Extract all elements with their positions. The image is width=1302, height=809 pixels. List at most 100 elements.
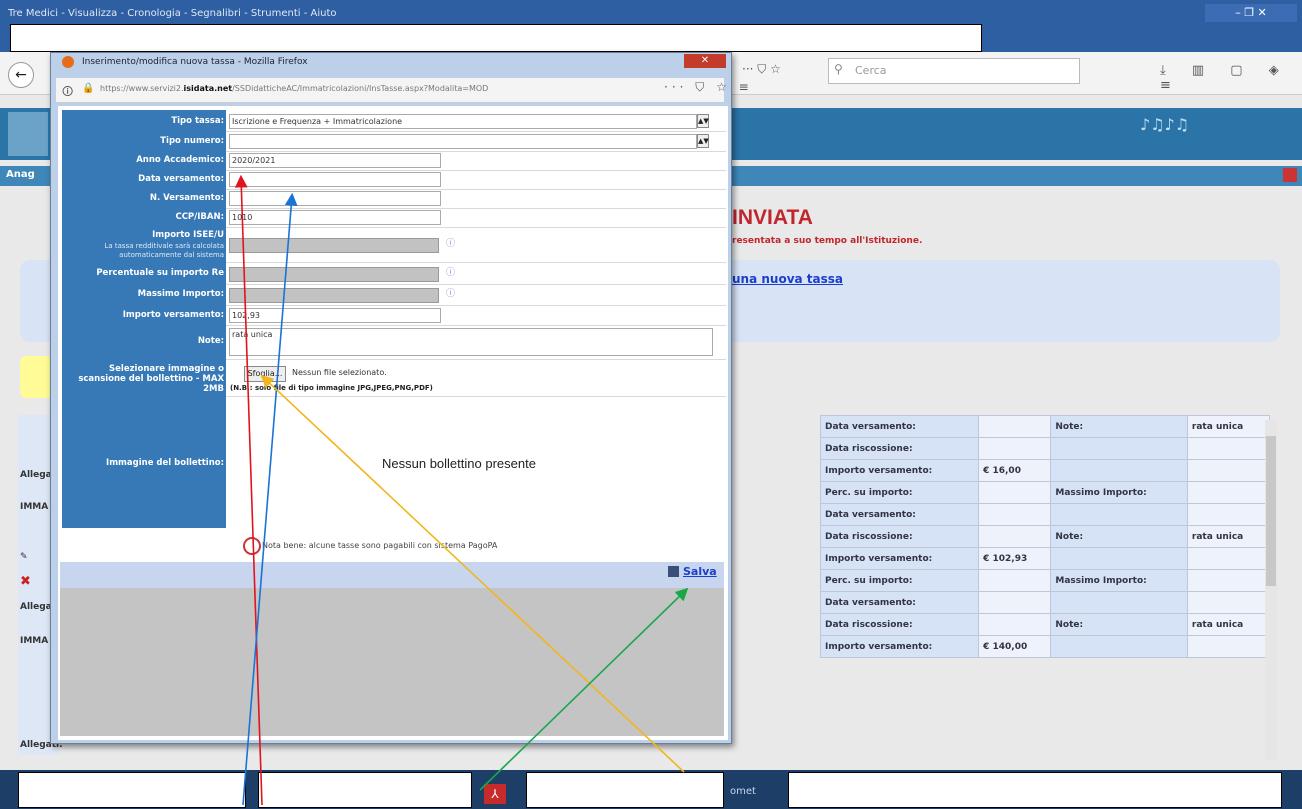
importo-isee-note: La tassa redditivale sarà calcolata auto… [104,242,224,259]
table-cell [978,415,1052,438]
ccp-iban-label: CCP/IBAN: [175,212,224,222]
table-cell [1186,635,1271,658]
table-cell: Data riscossione: [819,437,980,460]
table-cell [978,437,1052,460]
table-cell [1050,635,1188,658]
edit-icon[interactable]: ✎ [20,552,28,562]
popup-close-button[interactable]: ✕ [684,54,726,68]
note-textarea[interactable]: rata unica [229,328,713,356]
tipo-numero-label: Tipo numero: [160,136,224,146]
table-cell: Data riscossione: [819,613,980,636]
table-row: Importo versamento: € 16,00 [819,459,1271,482]
table-cell: Data versamento: [819,591,980,614]
table-cell [1186,481,1271,504]
table-row: Data riscossione: Note: rata unica [819,613,1271,636]
redaction-box-4 [788,772,1282,808]
pdf-icon[interactable] [1283,168,1297,182]
table-cell: Data riscossione: [819,525,980,548]
table-cell: Note: [1050,525,1188,548]
table-row: Perc. su importo: Massimo Importo: [819,569,1271,592]
popup-url[interactable]: https://www.servizi2.isidata.net/SSDidat… [100,84,488,93]
file-status: Nessun file selezionato. [292,368,387,377]
table-cell [1186,503,1271,526]
table-cell: Note: [1050,613,1188,636]
massimo-importo-input [229,288,439,303]
save-button[interactable]: Salva [683,565,717,578]
tipo-numero-select[interactable] [229,134,697,149]
scrollbar-thumb[interactable] [1266,436,1276,586]
info-icon[interactable]: ⓘ [446,265,455,278]
table-row: Perc. su importo: Massimo Importo: [819,481,1271,504]
table-cell [1186,591,1271,614]
back-button[interactable]: ← [8,62,34,88]
file-hint: (N.B.: solo file di tipo immagine JPG,JP… [230,384,433,392]
url-bar-actions[interactable]: ··· ⛉ ☆ [742,62,812,82]
divider [226,359,726,360]
note-label: Note: [197,336,224,346]
url-domain: isidata.net [183,84,233,93]
browse-file-button[interactable]: Sfoglia... [244,366,286,382]
table-row: Data versamento: Note: rata unica [819,415,1271,438]
table-cell: € 140,00 [978,635,1052,658]
anno-accademico-input[interactable]: 2020/2021 [229,153,441,168]
tax-details-table: Data versamento: Note: rata unica Data risc… [819,415,1271,658]
importo-isee-input [229,238,439,253]
page-subtitle: resentata a suo tempo all'Istituzione. [732,236,923,246]
table-cell [1050,547,1188,570]
tab-anagrafica[interactable]: Anag [6,169,35,180]
redaction-box-1 [18,772,246,808]
taskbar-item[interactable]: omet [730,786,756,797]
tipo-tassa-select[interactable]: Iscrizione e Frequenza + Immatricolazion… [229,114,697,129]
save-bar [60,562,724,588]
toolbar-icons[interactable]: ⤓ ▥ ▢ ◈ ≡ [1160,63,1302,93]
new-tax-link[interactable]: una nuova tassa [732,272,843,286]
acrobat-icon[interactable]: ⅄ [484,784,506,804]
importo-versamento-input[interactable]: 102,93 [229,308,441,323]
tipo-tassa-label: Tipo tassa: [171,116,224,126]
table-cell [978,503,1052,526]
table-cell [1050,437,1188,460]
search-input[interactable]: Cerca [828,58,1080,84]
site-logo [8,112,48,156]
firefox-icon [62,56,74,68]
seleziona-immagine-label: Selezionare immagine o scansione del bol… [78,364,224,394]
divider [226,131,726,132]
delete-icon[interactable]: ✖ [20,574,31,589]
table-cell[interactable]: rata unica [1186,415,1271,438]
ccp-iban-input[interactable]: 1010 [229,210,441,225]
chevron-down-icon[interactable]: ▲▼ [697,134,709,148]
table-cell [978,569,1052,592]
table-cell [1186,547,1271,570]
info-icon[interactable]: ⓘ [446,236,455,249]
page-info-icon[interactable]: 🛈 [62,83,73,102]
data-versamento-input[interactable] [229,172,441,187]
left-label: Allega [20,602,52,612]
floppy-disk-icon[interactable] [668,566,679,577]
table-cell: Perc. su importo: [819,481,980,504]
table-cell: Perc. su importo: [819,569,980,592]
divider [226,208,726,209]
table-cell [1050,503,1188,526]
importo-versamento-label: Importo versamento: [122,310,224,320]
table-cell [978,591,1052,614]
table-cell [978,613,1052,636]
page-title: INVIATA [732,206,813,229]
table-cell[interactable]: rata unica [1186,525,1271,548]
table-cell[interactable]: rata unica [1186,613,1271,636]
url-path: /SSDidatticheAC/Immatricolazioni/InsTass… [232,84,489,93]
window-controls[interactable]: – ❐ ✕ [1205,4,1297,22]
table-cell [1050,459,1188,482]
chevron-down-icon[interactable]: ▲▼ [697,114,709,128]
divider [226,170,726,171]
divider [226,325,726,326]
popup-url-actions[interactable]: ··· ⛉ ☆ ≡ [664,80,753,95]
divider [226,262,726,263]
left-label: Allega [20,470,52,480]
redaction-box-3 [526,772,724,808]
divider [226,189,726,190]
table-row: Data versamento: [819,591,1271,614]
info-icon[interactable]: ⓘ [446,286,455,299]
table-cell: Massimo Importo: [1050,569,1188,592]
table-row: Data riscossione: Note: rata unica [819,525,1271,548]
n-versamento-input[interactable] [229,191,441,206]
